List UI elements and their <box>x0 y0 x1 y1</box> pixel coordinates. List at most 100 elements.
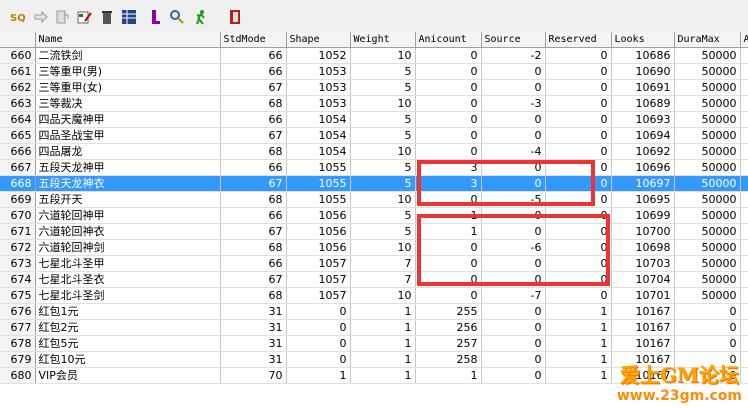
cell-anicount[interactable]: 0 <box>415 111 482 128</box>
cell-stdmode[interactable]: 70 <box>220 367 287 384</box>
header-stdmode[interactable]: StdMode <box>220 32 287 48</box>
cell-shape[interactable]: 1057 <box>286 271 351 288</box>
cell-reserved[interactable]: 0 <box>545 63 612 80</box>
cell-looks[interactable]: 10704 <box>611 271 675 288</box>
table-row[interactable]: 664 四品天魔神甲 66 1054 5 0 0 0 10693 50000 <box>0 111 748 128</box>
cell-looks[interactable]: 10703 <box>611 255 675 272</box>
table-row[interactable]: 669 五段开天 68 1055 10 0 -5 0 10695 50000 <box>0 191 748 208</box>
cell-name[interactable]: 五段天龙神衣 <box>35 175 221 192</box>
cell-looks[interactable]: 10697 <box>611 175 675 192</box>
cell-shape[interactable]: 0 <box>286 335 351 352</box>
cell-duramax[interactable]: 50000 <box>674 47 741 64</box>
cell-anicount[interactable]: 1 <box>415 207 482 224</box>
cell-shape[interactable]: 1057 <box>286 255 351 272</box>
cell-source[interactable]: -3 <box>481 95 546 112</box>
cell-duramax[interactable]: 50000 <box>674 255 741 272</box>
table-row[interactable]: 662 三等重甲(女) 67 1053 5 0 0 0 10691 50000 <box>0 79 748 96</box>
cell-row-number[interactable]: 680 <box>0 367 36 384</box>
cell-row-number[interactable]: 676 <box>0 303 36 320</box>
table-row[interactable]: 678 红包5元 31 0 1 257 0 1 10167 0 <box>0 335 748 352</box>
cell-name[interactable]: 三等裁决 <box>35 95 221 112</box>
table-row[interactable]: 660 二流铁剑 66 1052 10 0 -2 0 10686 50000 <box>0 47 748 64</box>
cell-row-number[interactable]: 672 <box>0 239 36 256</box>
header-source[interactable]: Source <box>481 32 546 48</box>
cell-stdmode[interactable]: 67 <box>220 223 287 240</box>
table-row[interactable]: 673 七星北斗圣甲 66 1057 7 0 0 0 10703 50000 <box>0 255 748 272</box>
table-row[interactable]: 670 六道轮回神甲 66 1056 5 1 0 0 10699 50000 <box>0 207 748 224</box>
cell-row-number[interactable]: 679 <box>0 351 36 368</box>
exit-door-icon[interactable] <box>226 8 244 26</box>
cell-reserved[interactable]: 0 <box>545 223 612 240</box>
cell-anicount[interactable]: 1 <box>415 223 482 240</box>
cell-reserved[interactable]: 0 <box>545 47 612 64</box>
cell-shape[interactable]: 1056 <box>286 223 351 240</box>
cell-duramax[interactable]: 0 <box>674 335 741 352</box>
cell-reserved[interactable]: 0 <box>545 159 612 176</box>
table-icon[interactable] <box>120 8 138 26</box>
cell-row-number[interactable]: 665 <box>0 127 36 144</box>
cell-reserved[interactable]: 0 <box>545 255 612 272</box>
cell-name[interactable]: 六道轮回神甲 <box>35 207 221 224</box>
cell-row-number[interactable]: 670 <box>0 207 36 224</box>
sql-query-icon[interactable]: SQ <box>9 8 27 26</box>
cell-anicount[interactable]: 257 <box>415 335 482 352</box>
cell-stdmode[interactable]: 67 <box>220 79 287 96</box>
cell-looks[interactable]: 10695 <box>611 191 675 208</box>
cell-duramax[interactable]: 50000 <box>674 79 741 96</box>
cell-weight[interactable]: 1 <box>350 335 416 352</box>
cell-stdmode[interactable]: 31 <box>220 335 287 352</box>
cell-a[interactable] <box>740 111 748 128</box>
cell-source[interactable]: 0 <box>481 159 546 176</box>
cell-stdmode[interactable]: 31 <box>220 303 287 320</box>
cell-stdmode[interactable]: 67 <box>220 127 287 144</box>
header-weight[interactable]: Weight <box>350 32 416 48</box>
cell-shape[interactable]: 1055 <box>286 191 351 208</box>
cell-reserved[interactable]: 1 <box>545 335 612 352</box>
cell-shape[interactable]: 0 <box>286 351 351 368</box>
cell-source[interactable]: 0 <box>481 319 546 336</box>
table-row[interactable]: 672 六道轮回神剑 68 1056 10 0 -6 0 10698 50000 <box>0 239 748 256</box>
cell-source[interactable]: -2 <box>481 47 546 64</box>
cell-name[interactable]: 六道轮回神衣 <box>35 223 221 240</box>
cell-name[interactable]: 四品屠龙 <box>35 143 221 160</box>
cell-row-number[interactable]: 671 <box>0 223 36 240</box>
cell-source[interactable]: 0 <box>481 223 546 240</box>
cell-stdmode[interactable]: 66 <box>220 255 287 272</box>
cell-source[interactable]: -4 <box>481 143 546 160</box>
cell-source[interactable]: 0 <box>481 207 546 224</box>
cell-shape[interactable]: 1054 <box>286 127 351 144</box>
cell-looks[interactable]: 10167 <box>611 367 675 384</box>
cell-anicount[interactable]: 0 <box>415 287 482 304</box>
cell-weight[interactable]: 5 <box>350 223 416 240</box>
cell-shape[interactable]: 1053 <box>286 79 351 96</box>
cell-duramax[interactable]: 50000 <box>674 127 741 144</box>
cell-weight[interactable]: 5 <box>350 111 416 128</box>
header-shape[interactable]: Shape <box>286 32 351 48</box>
table-row[interactable]: 661 三等重甲(男) 66 1053 5 0 0 0 10690 50000 <box>0 63 748 80</box>
cell-shape[interactable]: 1056 <box>286 239 351 256</box>
cell-duramax[interactable]: 50000 <box>674 191 741 208</box>
header-looks[interactable]: Looks <box>611 32 675 48</box>
delete-icon[interactable] <box>98 8 116 26</box>
cell-a[interactable] <box>740 319 748 336</box>
cell-shape[interactable]: 1056 <box>286 207 351 224</box>
cell-reserved[interactable]: 1 <box>545 319 612 336</box>
table-row[interactable]: 671 六道轮回神衣 67 1056 5 1 0 0 10700 50000 <box>0 223 748 240</box>
cell-a[interactable] <box>740 63 748 80</box>
table-row[interactable]: 674 七星北斗圣衣 67 1057 7 0 0 0 10704 50000 <box>0 271 748 288</box>
header-a[interactable]: A <box>740 32 748 48</box>
cell-duramax[interactable]: 50000 <box>674 175 741 192</box>
cell-shape[interactable]: 1053 <box>286 95 351 112</box>
cell-a[interactable] <box>740 287 748 304</box>
cell-stdmode[interactable]: 66 <box>220 207 287 224</box>
table-row[interactable]: 676 红包1元 31 0 1 255 0 1 10167 0 <box>0 303 748 320</box>
cell-a[interactable] <box>740 335 748 352</box>
cell-a[interactable] <box>740 367 748 384</box>
cell-anicount[interactable]: 255 <box>415 303 482 320</box>
header-name[interactable]: Name <box>35 32 221 48</box>
cell-a[interactable] <box>740 143 748 160</box>
cell-weight[interactable]: 10 <box>350 95 416 112</box>
cell-stdmode[interactable]: 68 <box>220 143 287 160</box>
cell-row-number[interactable]: 663 <box>0 95 36 112</box>
cell-looks[interactable]: 10700 <box>611 223 675 240</box>
